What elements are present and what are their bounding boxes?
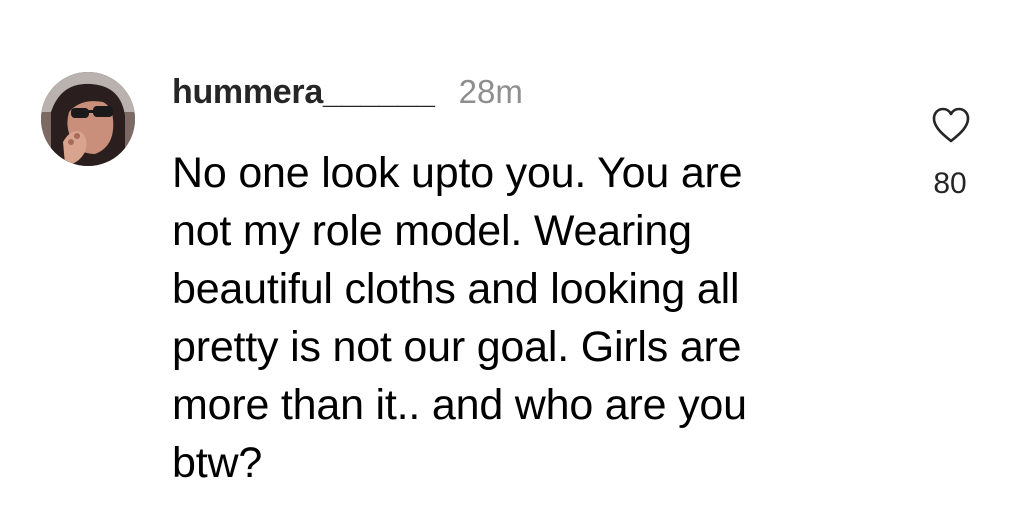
comment-meta: hummera______ 28m [172, 73, 523, 117]
avatar[interactable] [41, 72, 135, 166]
avatar-image [41, 72, 135, 166]
comment-text: No one look upto you. You are not my rol… [172, 149, 747, 487]
comment-timestamp: 28m [458, 73, 523, 110]
comment-item: hummera______ 28m No one look upto you. … [0, 0, 1024, 505]
heart-outline-icon[interactable] [931, 106, 971, 144]
like-count: 80 [933, 167, 967, 197]
username-link[interactable]: hummera______ [172, 73, 435, 112]
like-column: 80 [915, 100, 985, 196]
